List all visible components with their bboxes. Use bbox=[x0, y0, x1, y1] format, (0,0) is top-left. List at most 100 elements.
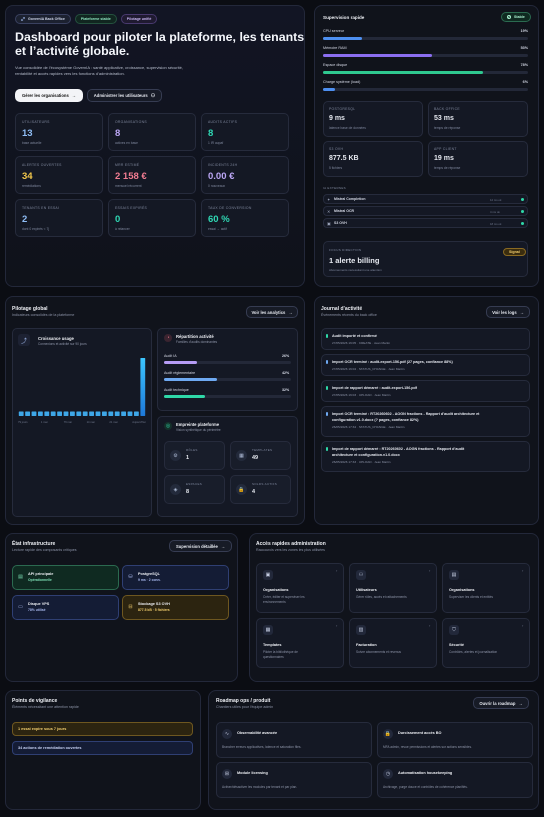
invoice-icon: ▥ bbox=[356, 625, 366, 635]
manage-users-button[interactable]: Administrer les utilisateurs ⚇ bbox=[87, 89, 162, 102]
footprint-value: 4 bbox=[252, 489, 256, 495]
access-tile-title: Utilisateurs bbox=[356, 588, 377, 592]
pulse-icon: ∿ bbox=[222, 729, 232, 739]
roadmap-item[interactable] bbox=[216, 762, 372, 798]
kpi-label: ORGANISATIONS bbox=[115, 120, 147, 124]
signal-badge: Signal bbox=[503, 248, 526, 256]
growth-bar bbox=[18, 411, 24, 416]
footprint-title: Empreinte plateforme bbox=[176, 422, 220, 427]
journal-entry[interactable] bbox=[321, 328, 530, 350]
growth-bar bbox=[127, 411, 133, 416]
roadmap-item[interactable] bbox=[377, 762, 533, 798]
access-tile-desc: Superviser les clients et entités bbox=[449, 595, 493, 599]
kpi-sub: 0 nouveaux bbox=[208, 184, 226, 188]
access-tile-title: Sécurité bbox=[449, 643, 464, 647]
journal-marker bbox=[326, 334, 329, 338]
journal-marker bbox=[326, 360, 329, 364]
service-icon: ▣ bbox=[327, 220, 331, 226]
access-tile-desc: questionnaires bbox=[263, 655, 284, 659]
journal-entry[interactable] bbox=[321, 380, 530, 402]
link-icon bbox=[21, 17, 25, 21]
access-tile-desc: Piloter la bibliothèque de bbox=[263, 650, 298, 654]
roadmap-item-desc: MFA admin, revue permissions et alertes … bbox=[383, 745, 472, 749]
roadmap-item-title: Automatisation housekeeping bbox=[398, 771, 453, 775]
dist-percent: 42% bbox=[282, 371, 290, 375]
vigilance-desc: Éléments nécessitant une attention rapid… bbox=[12, 705, 79, 709]
service-icon: ✕ bbox=[327, 208, 331, 214]
dist-fill bbox=[164, 395, 205, 398]
access-desc: Raccourcis vers les zones les plus utili… bbox=[256, 548, 325, 552]
kpi-value: 0 bbox=[115, 214, 121, 225]
status-badge: ✓ Stable bbox=[501, 12, 531, 22]
check-circle-icon: ✓ bbox=[507, 15, 511, 19]
journal-title: Journal d’activité bbox=[321, 306, 363, 312]
dist-bar bbox=[164, 378, 291, 381]
service-meta: 12 ms ok bbox=[490, 197, 502, 202]
journal-meta: 26/05/2026 17:33 · UPLOAD · Jean Martin bbox=[332, 460, 391, 464]
access-tile-desc: Contrôles, alertes et journalisation bbox=[449, 650, 498, 654]
footprint-desc: Vision synthétique du périmètre bbox=[176, 428, 221, 432]
kpi-card bbox=[108, 113, 196, 151]
growth-x-label: Aujourd’hui bbox=[132, 421, 146, 424]
journal-meta: 26/05/2026 17:34 · STATUS_CHANGE · Jean … bbox=[332, 425, 405, 429]
template-icon: ▦ bbox=[236, 450, 247, 461]
dist-label: Audit réglementaire bbox=[164, 371, 196, 375]
infra-sub: 78% utilisé bbox=[28, 608, 46, 612]
page-title: Dashboard pour piloter la plateforme, le… bbox=[15, 30, 305, 58]
tile-value: 53 ms bbox=[434, 115, 454, 122]
roadmap-item[interactable] bbox=[377, 722, 533, 758]
journal-text: Import OCR terminé : RT20260602 - AOGN f… bbox=[332, 412, 480, 416]
kpi-label: TENANTS EN ESSAI bbox=[22, 206, 60, 210]
meter-percent: 78% bbox=[520, 63, 528, 67]
access-tile-desc: Créer, éditer et superviser les bbox=[263, 595, 305, 599]
vigilance-text: 34 actions de remédiation ouvertes bbox=[18, 746, 82, 750]
server-icon: ▤ bbox=[18, 573, 23, 580]
journal-meta: 27/05/2026 16:04 · STATUS_CHANGE · Jean … bbox=[332, 367, 405, 371]
dist-label: Audit IA bbox=[164, 354, 177, 358]
growth-bar bbox=[95, 411, 101, 416]
tile-sub: temps de réponse bbox=[434, 126, 461, 130]
kpi-label: ESSAIS EXPIRÉS bbox=[115, 206, 148, 210]
hero-description: Vue consolidée de l’écosystème GovernIA … bbox=[15, 65, 183, 77]
shield-icon: ⛉ bbox=[449, 625, 459, 635]
storage-icon: ⊟ bbox=[128, 603, 133, 610]
kpi-sub: essai → actif bbox=[208, 227, 227, 231]
journal-text: Import de rapport démarré : RT20260602 -… bbox=[332, 447, 465, 451]
kpi-card bbox=[201, 113, 289, 151]
infra-title: État infrastructure bbox=[12, 541, 56, 547]
users-icon: ⚇ bbox=[356, 570, 366, 580]
space-icon: ◈ bbox=[170, 484, 181, 495]
growth-bar bbox=[25, 411, 30, 416]
vigilance-text: 1 essai expire sous 7 jours bbox=[18, 727, 67, 731]
role-icon: ⚙ bbox=[170, 450, 181, 461]
analytics-button[interactable]: Voir les analytics → bbox=[246, 306, 298, 318]
roadmap-item[interactable] bbox=[216, 722, 372, 758]
journal-marker bbox=[326, 447, 329, 451]
supervision-detail-button[interactable]: Supervision détaillée → bbox=[169, 540, 232, 552]
journal-entry[interactable] bbox=[321, 354, 530, 376]
journal-meta: 27/05/2026 16:03 · UPLOAD · Jean Martin bbox=[332, 393, 391, 397]
kpi-label: AUDITS ACTIFS bbox=[208, 120, 238, 124]
chevron-right-icon: › bbox=[522, 623, 524, 628]
meter-bar bbox=[323, 54, 528, 57]
template-icon: ▦ bbox=[263, 625, 273, 635]
roadmap-item-title: Module licensing bbox=[237, 771, 268, 775]
badge-pilotage: Pilotage unifié bbox=[120, 14, 158, 24]
kpi-value: 60 % bbox=[208, 214, 230, 225]
tile-label: S3 OVH bbox=[329, 147, 344, 151]
journal-marker bbox=[326, 386, 329, 390]
manage-orgs-button[interactable]: Gérer les organisations → bbox=[15, 89, 83, 102]
tile-sub: temps de réponse bbox=[434, 166, 461, 170]
distribution-title: Répartition activité bbox=[176, 334, 214, 339]
journal-text: architecture et configuration.v1.0.docx bbox=[332, 453, 400, 457]
kpi-value: 2 158 € bbox=[115, 171, 147, 182]
roadmap-button[interactable]: Ouvrir la roadmap → bbox=[473, 697, 529, 709]
supervision-title: Supervision rapide bbox=[323, 15, 365, 20]
growth-x-label: 76 mai bbox=[63, 421, 72, 424]
building-icon: ▣ bbox=[263, 570, 273, 580]
kpi-sub: base actuelle bbox=[22, 141, 42, 145]
service-name: Mistral OCR bbox=[334, 209, 355, 213]
logs-button[interactable]: Voir les logs → bbox=[486, 306, 530, 318]
globe-icon: ◎ bbox=[164, 422, 172, 430]
footprint-value: 49 bbox=[252, 455, 259, 461]
